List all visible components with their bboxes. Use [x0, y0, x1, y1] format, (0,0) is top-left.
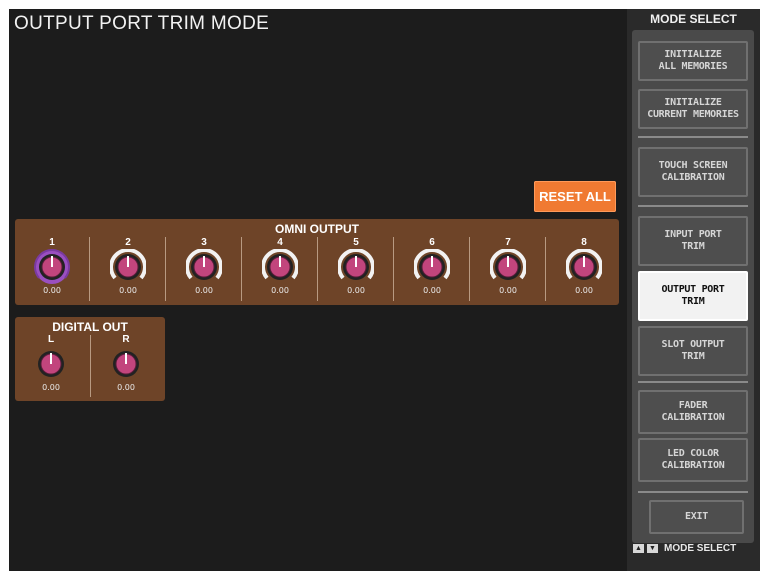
exit-button[interactable]: EXIT — [649, 500, 744, 534]
divider — [317, 237, 318, 301]
channel-label: 1 — [49, 237, 55, 248]
trim-knob[interactable] — [262, 249, 298, 285]
mode-select-title: MODE SELECT — [650, 12, 737, 26]
down-arrow-icon: ▼ — [647, 544, 658, 553]
mode-select-footer: ▲ ▼ MODE SELECT — [633, 543, 736, 554]
divider — [90, 335, 91, 397]
mode-select-sidebar: MODE SELECT INITIALIZE ALL MEMORIES INIT… — [627, 9, 760, 571]
divider — [469, 237, 470, 301]
trim-knob[interactable] — [108, 346, 144, 382]
output-port-trim-button[interactable]: OUTPUT PORT TRIM — [638, 271, 748, 321]
footer-label: MODE SELECT — [664, 543, 737, 554]
trim-knob[interactable] — [33, 346, 69, 382]
initialize-current-memories-button[interactable]: INITIALIZE CURRENT MEMORIES — [638, 89, 748, 129]
divider — [638, 381, 748, 383]
trim-knob[interactable] — [34, 249, 70, 285]
channel-label: 5 — [353, 237, 359, 248]
input-port-trim-button[interactable]: INPUT PORT TRIM — [638, 216, 748, 266]
trim-knob[interactable] — [566, 249, 602, 285]
divider — [545, 237, 546, 301]
omni-channel-7: 7 0.00 — [483, 237, 533, 295]
channel-label: 3 — [201, 237, 207, 248]
digital-out-panel: DIGITAL OUT L 0.00 R 0.00 — [15, 317, 165, 401]
channel-label: 2 — [125, 237, 131, 248]
trim-knob[interactable] — [414, 249, 450, 285]
trim-knob[interactable] — [338, 249, 374, 285]
omni-output-panel: OMNI OUTPUT 1 0.00 2 0.00 3 0.00 4 0.00 … — [15, 219, 619, 305]
omni-output-title: OMNI OUTPUT — [275, 222, 359, 236]
omni-channel-8: 8 0.00 — [559, 237, 609, 295]
channel-label: 7 — [505, 237, 511, 248]
channel-label: 8 — [581, 237, 587, 248]
trim-value: 0.00 — [195, 286, 213, 295]
divider — [89, 237, 90, 301]
omni-channel-1: 1 0.00 — [27, 237, 77, 295]
initialize-all-memories-button[interactable]: INITIALIZE ALL MEMORIES — [638, 41, 748, 81]
trim-value: 0.00 — [347, 286, 365, 295]
led-color-calibration-button[interactable]: LED COLOR CALIBRATION — [638, 438, 748, 482]
digital-channel-r: R 0.00 — [101, 334, 151, 392]
divider — [393, 237, 394, 301]
trim-value: 0.00 — [423, 286, 441, 295]
page-title: OUTPUT PORT TRIM MODE — [14, 13, 270, 34]
channel-label: 4 — [277, 237, 283, 248]
trim-value: 0.00 — [499, 286, 517, 295]
trim-knob[interactable] — [186, 249, 222, 285]
omni-channel-5: 5 0.00 — [331, 237, 381, 295]
digital-out-title: DIGITAL OUT — [52, 320, 128, 334]
omni-channel-4: 4 0.00 — [255, 237, 305, 295]
trim-value: 0.00 — [271, 286, 289, 295]
trim-value: 0.00 — [575, 286, 593, 295]
divider — [638, 205, 748, 207]
omni-channel-6: 6 0.00 — [407, 237, 457, 295]
omni-channel-3: 3 0.00 — [179, 237, 229, 295]
trim-knob[interactable] — [490, 249, 526, 285]
divider — [165, 237, 166, 301]
up-arrow-icon: ▲ — [633, 544, 644, 553]
trim-value: 0.00 — [42, 383, 60, 392]
slot-output-trim-button[interactable]: SLOT OUTPUT TRIM — [638, 326, 748, 376]
trim-value: 0.00 — [43, 286, 61, 295]
channel-label: 6 — [429, 237, 435, 248]
digital-channel-l: L 0.00 — [26, 334, 76, 392]
trim-knob[interactable] — [110, 249, 146, 285]
touch-screen-calibration-button[interactable]: TOUCH SCREEN CALIBRATION — [638, 147, 748, 197]
divider — [638, 491, 748, 493]
channel-label: R — [122, 334, 130, 345]
omni-channel-2: 2 0.00 — [103, 237, 153, 295]
fader-calibration-button[interactable]: FADER CALIBRATION — [638, 390, 748, 434]
channel-label: L — [47, 334, 55, 345]
trim-value: 0.00 — [117, 383, 135, 392]
trim-value: 0.00 — [119, 286, 137, 295]
reset-all-button[interactable]: RESET ALL — [534, 181, 616, 212]
divider — [241, 237, 242, 301]
divider — [638, 136, 748, 138]
